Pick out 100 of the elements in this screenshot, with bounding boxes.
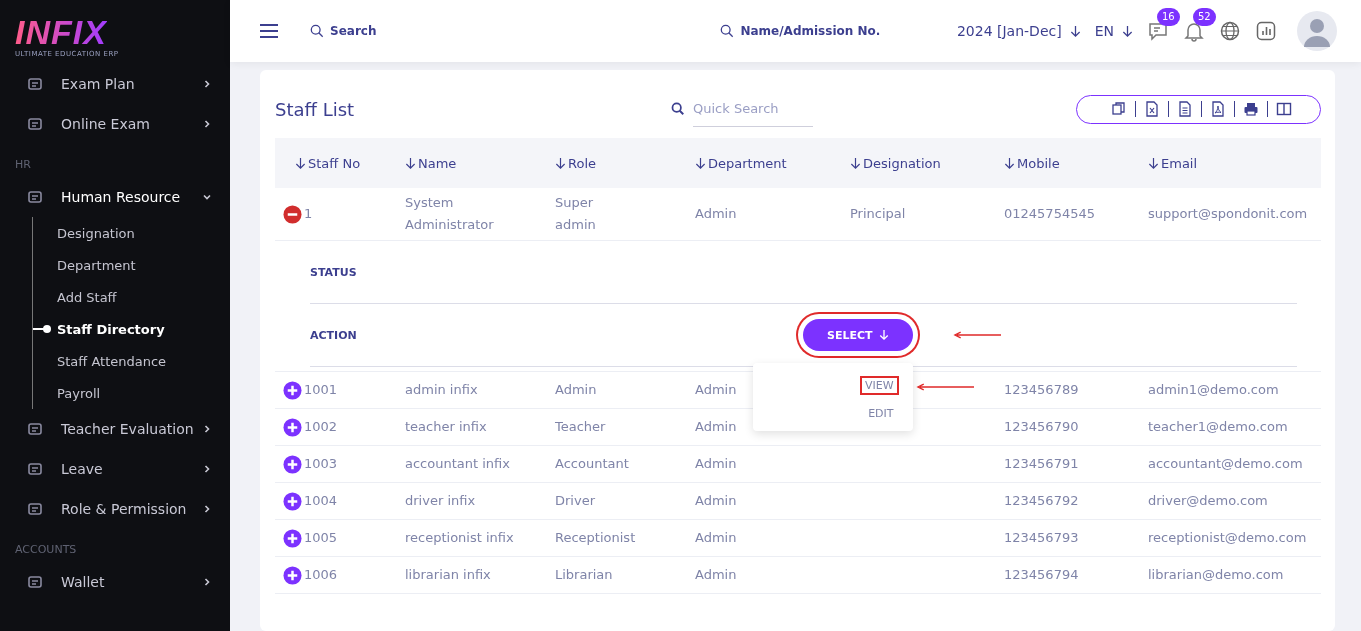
search-icon [310, 24, 324, 38]
table-cell-text: System Administrator [405, 194, 495, 234]
expand-icon[interactable] [283, 491, 302, 511]
sidebar-menu-item[interactable]: Exam Plan [0, 64, 230, 104]
table-cell-text: 01245754545 [1004, 205, 1095, 223]
table-cell-text: receptionist@demo.com [1148, 529, 1307, 547]
table-cell-text: 123456794 [1004, 566, 1079, 584]
expand-icon[interactable] [283, 417, 302, 437]
sort-arrow-icon [405, 156, 416, 170]
arrow-down-icon [878, 329, 889, 341]
session-dropdown[interactable]: 2024 [Jan-Dec] [956, 23, 1081, 39]
submenu-item[interactable]: Department [33, 249, 230, 281]
sort-arrow-icon [555, 156, 566, 170]
table-cell-text: Teacher [555, 418, 606, 436]
table-cell-text: Admin [695, 566, 737, 584]
table-cell-text: Librarian [555, 566, 613, 584]
table-cell-text: Admin [695, 418, 737, 436]
arrow-down-icon [1122, 24, 1133, 38]
table-cell-text: 1001 [304, 381, 338, 399]
column-header[interactable]: Mobile [984, 155, 1128, 171]
table-cell-text: librarian@demo.com [1148, 566, 1284, 584]
table-cell-text: accountant infix [405, 455, 510, 473]
chat-icon[interactable] [1147, 20, 1169, 42]
annotation-arrow [915, 383, 974, 391]
bell-icon[interactable] [1183, 20, 1205, 42]
column-header[interactable]: Staff No [275, 155, 385, 171]
table-cell-text: support@spondonit.com [1148, 205, 1308, 223]
search-button[interactable]: Search [310, 24, 377, 38]
chevron-icon [202, 79, 212, 89]
menu-item[interactable]: VIEW [861, 378, 897, 393]
table-cell-text: Super admin [555, 194, 597, 234]
table-cell-text: Driver [555, 492, 595, 510]
avatar[interactable] [1297, 11, 1337, 51]
table-cell-text: 1006 [304, 566, 338, 584]
submenu-item[interactable]: Add Staff [33, 281, 230, 313]
submenu-item[interactable]: Payroll [33, 377, 230, 409]
table-cell-text: admin infix [405, 381, 478, 399]
language-dropdown[interactable]: EN [1094, 23, 1133, 39]
table-cell-text: Admin [695, 205, 737, 223]
sort-arrow-icon [695, 156, 706, 170]
table-cell-text: Accountant [555, 455, 629, 473]
column-header[interactable]: Designation [830, 155, 984, 171]
table-cell-text: Admin [555, 381, 597, 399]
annotation-arrow [953, 331, 1001, 339]
sidebar-menu-item[interactable]: Online Exam [0, 104, 230, 144]
expand-icon[interactable] [283, 528, 302, 548]
column-header[interactable]: Role [535, 155, 675, 171]
sidebar-menu-item[interactable]: Human Resource [0, 177, 230, 217]
sidebar-menu-item[interactable]: Leave [0, 449, 230, 489]
table-cell-text: driver@demo.com [1148, 492, 1268, 510]
chevron-icon [202, 192, 212, 202]
table-cell-text: 1004 [304, 492, 338, 510]
sort-arrow-icon [1004, 156, 1015, 170]
table-cell-text: Admin [695, 529, 737, 547]
table-cell-text: 123456790 [1004, 418, 1079, 436]
submenu-item[interactable]: Staff Directory [33, 313, 230, 345]
table-cell-text: accountant@demo.com [1148, 455, 1303, 473]
chart-icon[interactable] [1255, 20, 1277, 42]
table-cell-text: admin1@demo.com [1148, 381, 1279, 399]
column-header[interactable]: Department [675, 155, 830, 171]
table-cell-text: librarian infix [405, 566, 491, 584]
table-cell-text: teacher infix [405, 418, 487, 436]
sort-arrow-icon [1148, 156, 1159, 170]
table-cell-text: 1003 [304, 455, 338, 473]
arrow-down-icon [1069, 24, 1081, 38]
table-cell-text: Admin [695, 492, 737, 510]
table-cell-text: teacher1@demo.com [1148, 418, 1288, 436]
chevron-icon [202, 119, 212, 129]
table-cell-text: 123456791 [1004, 455, 1079, 473]
sidebar-menu-item[interactable]: Role & Permission [0, 489, 230, 529]
table-cell-text: 1005 [304, 529, 338, 547]
table-cell-text: driver infix [405, 492, 476, 510]
column-header[interactable]: Email [1128, 155, 1321, 171]
table-cell-text: 1 [304, 205, 313, 223]
collapse-icon[interactable] [283, 204, 302, 224]
expand-icon[interactable] [283, 565, 302, 585]
card-title: Staff List [275, 98, 356, 120]
expand-icon[interactable] [283, 454, 302, 474]
expand-icon[interactable] [283, 380, 302, 400]
submenu-item[interactable]: Staff Attendance [33, 345, 230, 377]
notification-count-badge: 52 [1193, 8, 1216, 26]
chevron-icon [202, 464, 212, 474]
detail-label: ACTION [310, 328, 358, 342]
table-cell-text: Receptionist [555, 529, 635, 547]
sidebar-menu-item[interactable]: Teacher Evaluation [0, 409, 230, 449]
table-cell-text: 123456793 [1004, 529, 1079, 547]
globe-icon[interactable] [1219, 20, 1241, 42]
submenu-item[interactable]: Designation [33, 217, 230, 249]
sort-arrow-icon [295, 156, 306, 170]
detail-label: STATUS [310, 265, 358, 279]
column-header[interactable]: Name [385, 155, 535, 171]
chevron-icon [202, 577, 212, 587]
chevron-icon [202, 424, 212, 434]
table-cell-text: 1002 [304, 418, 338, 436]
section-heading: ACCOUNTS [14, 542, 78, 558]
section-heading: HR [14, 157, 32, 173]
sidebar-menu-item[interactable]: Wallet [0, 562, 230, 602]
menu-item[interactable]: EDIT [865, 406, 897, 421]
message-count-badge: 16 [1157, 8, 1180, 26]
student-search-field[interactable]: Name/Admission No. [720, 24, 881, 38]
